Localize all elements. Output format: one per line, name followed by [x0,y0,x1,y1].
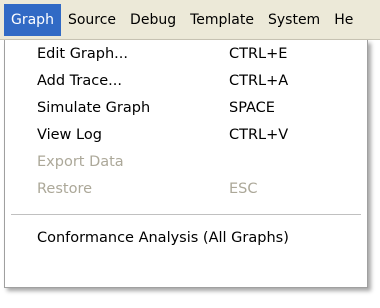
menu-item-shortcut: ESC [229,181,258,197]
menu-item-label: Edit Graph... [37,46,128,62]
menu-debug[interactable]: Debug [123,4,183,36]
menu-item-restore: Restore ESC [5,177,367,205]
menu-item-shortcut: CTRL+V [229,127,289,143]
menu-item-simulate-graph[interactable]: Simulate Graph SPACE [5,96,367,124]
menu-item-label: View Log [37,127,102,143]
menu-item-view-log[interactable]: View Log CTRL+V [5,123,367,151]
menu-item-label: Conformance Analysis (All Graphs) [37,230,289,246]
menu-source[interactable]: Source [61,4,123,36]
menu-item-shortcut: CTRL+A [229,73,289,89]
menu-item-shortcut: SPACE [229,100,275,116]
menu-graph[interactable]: Graph [4,3,61,36]
menu-system[interactable]: System [261,4,327,36]
graph-menu-dropdown: Edit Graph... CTRL+E Add Trace... CTRL+A… [4,40,368,288]
menu-item-edit-graph[interactable]: Edit Graph... CTRL+E [5,42,367,70]
menu-item-shortcut: CTRL+E [229,46,288,62]
menu-item-export-data: Export Data [5,150,367,178]
menu-template[interactable]: Template [183,4,261,36]
menu-item-add-trace[interactable]: Add Trace... CTRL+A [5,69,367,97]
menu-item-label: Export Data [37,154,124,170]
menu-item-label: Simulate Graph [37,100,151,116]
menu-item-conformance-analysis[interactable]: Conformance Analysis (All Graphs) [5,226,367,254]
menu-bar: Graph Source Debug Template System He [0,0,380,40]
menu-help[interactable]: He [327,4,360,36]
menu-item-label: Add Trace... [37,73,122,89]
menu-item-label: Restore [37,181,93,197]
menu-separator [11,214,361,215]
